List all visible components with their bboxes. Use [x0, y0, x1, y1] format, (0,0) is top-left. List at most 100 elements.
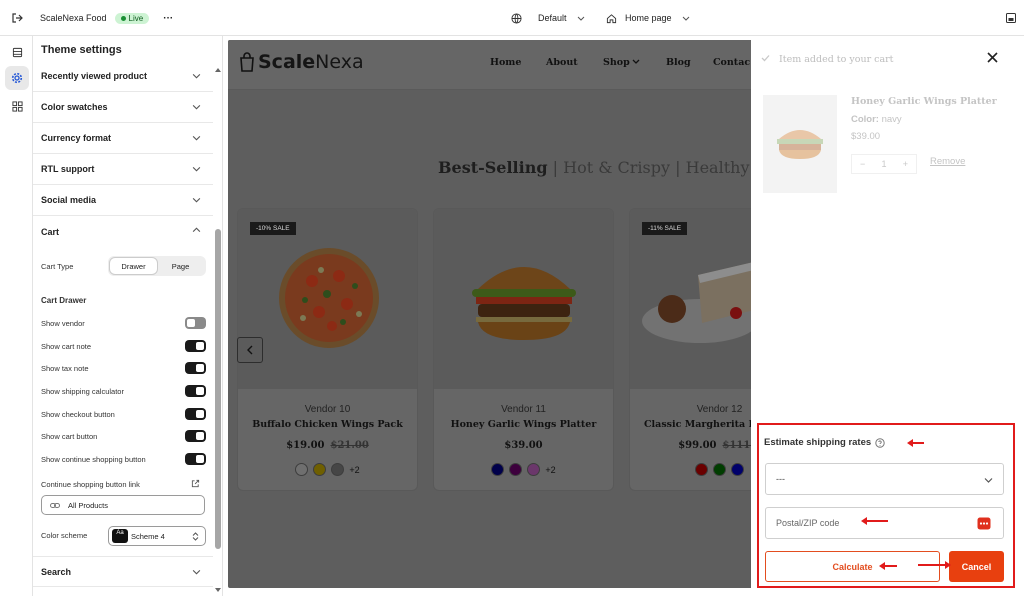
- section-currency-format[interactable]: Currency format: [33, 123, 213, 154]
- continue-link-picker[interactable]: All Products: [41, 495, 205, 515]
- nav-home[interactable]: Home: [490, 57, 521, 68]
- section-rtl-support[interactable]: RTL support: [33, 154, 213, 185]
- section-search[interactable]: Search: [33, 556, 213, 587]
- cart-drawer-heading: Cart Drawer: [41, 296, 87, 305]
- quantity-decrease-button[interactable]: −: [860, 159, 865, 169]
- postal-code-input[interactable]: Postal/ZIP code: [765, 507, 1004, 539]
- theme-settings-panel: Theme settings Recently viewed product C…: [33, 36, 223, 596]
- chevron-down-icon: [192, 104, 201, 110]
- page-select[interactable]: Home page: [606, 0, 690, 36]
- burger-thumbnail: [777, 130, 823, 159]
- section-cart[interactable]: Cart: [33, 216, 213, 247]
- product-vendor: Vendor 10: [304, 404, 351, 415]
- product-card[interactable]: Vendor 11 Honey Garlic Wings Platter $39…: [433, 208, 614, 491]
- autofill-icon[interactable]: [977, 517, 991, 530]
- color-scheme-select[interactable]: Aa Scheme 4: [108, 526, 206, 546]
- page-select-label: Home page: [625, 13, 672, 23]
- section-color-swatches[interactable]: Color swatches: [33, 92, 213, 123]
- theme-select[interactable]: Default: [511, 0, 585, 36]
- show-checkout-button-toggle[interactable]: [185, 408, 206, 420]
- nav-about[interactable]: About: [546, 57, 578, 68]
- sale-price: $39.00: [504, 440, 543, 451]
- cart-type-drawer[interactable]: Drawer: [110, 258, 157, 274]
- calculate-button[interactable]: Calculate: [765, 551, 940, 582]
- product-name[interactable]: Buffalo Chicken Wings Pack: [238, 419, 417, 430]
- country-select[interactable]: ---: [765, 463, 1004, 495]
- chevron-up-icon: [192, 227, 201, 233]
- product-image: -10% SALE: [238, 209, 417, 389]
- product-price: $19.00 $21.00: [238, 440, 417, 451]
- section-recently-viewed[interactable]: Recently viewed product: [33, 61, 213, 92]
- cart-drawer-title: Item added to your cart: [779, 54, 894, 65]
- color-swatch[interactable]: [491, 463, 505, 476]
- save-icon[interactable]: [1005, 0, 1017, 36]
- product-card[interactable]: -10% SALE Vendor 10 Buffalo Chicken Wing…: [237, 208, 418, 491]
- color-swatch[interactable]: [527, 463, 541, 476]
- quantity-increase-button[interactable]: +: [903, 159, 908, 169]
- show-tax-note-toggle[interactable]: [185, 362, 206, 374]
- product-name[interactable]: Honey Garlic Wings Platter: [434, 419, 613, 430]
- variant-label: Color:: [851, 114, 879, 125]
- country-select-value: ---: [776, 474, 785, 484]
- show-cart-note-toggle[interactable]: [185, 340, 206, 352]
- external-link-icon[interactable]: [191, 479, 200, 488]
- top-bar: ScaleNexa Food Live ··· Default Home pag…: [0, 0, 1024, 36]
- show-cart-button-toggle[interactable]: [185, 430, 206, 442]
- color-swatch[interactable]: [695, 463, 708, 476]
- store-name: ScaleNexa Food: [40, 13, 107, 23]
- compare-price: $21.00: [330, 440, 369, 451]
- help-circle-icon[interactable]: [875, 437, 885, 448]
- apps-icon[interactable]: [5, 94, 29, 118]
- sale-badge: -10% SALE: [250, 222, 296, 235]
- sections-icon[interactable]: [5, 40, 29, 64]
- section-label: Recently viewed product: [41, 71, 148, 81]
- cart-type-page[interactable]: Page: [157, 258, 204, 274]
- exit-icon[interactable]: [11, 0, 23, 36]
- status-text: Live: [128, 13, 144, 23]
- color-swatch[interactable]: [331, 463, 345, 476]
- scroll-down-arrow-icon[interactable]: [214, 587, 222, 593]
- close-icon: [987, 52, 998, 63]
- nav-shop[interactable]: Shop: [603, 57, 640, 68]
- color-swatch[interactable]: [313, 463, 327, 476]
- status-badge: Live: [114, 12, 150, 24]
- cart-item-name[interactable]: Honey Garlic Wings Platter: [851, 96, 997, 107]
- toggle-label: Show vendor: [41, 319, 85, 328]
- annotation-arrow: [861, 517, 888, 525]
- remove-item-link[interactable]: Remove: [930, 156, 965, 167]
- tab-hot-crispy[interactable]: Hot & Crispy: [563, 158, 670, 177]
- tab-divider: |: [552, 158, 564, 177]
- cancel-button[interactable]: Cancel: [949, 551, 1004, 582]
- quantity-stepper: − 1 +: [851, 154, 917, 174]
- more-options-icon[interactable]: ···: [163, 13, 173, 24]
- burger-image: [472, 267, 576, 340]
- nav-contact[interactable]: Contac: [713, 57, 750, 68]
- product-vendor: Vendor 11: [501, 404, 546, 415]
- color-swatch[interactable]: [713, 463, 726, 476]
- quantity-value[interactable]: 1: [881, 159, 886, 169]
- show-shipping-calculator-toggle[interactable]: [185, 385, 206, 397]
- scroll-up-arrow-icon[interactable]: [214, 67, 222, 73]
- theme-settings-gear-icon[interactable]: [5, 66, 29, 90]
- color-swatch[interactable]: [295, 463, 309, 476]
- close-drawer-button[interactable]: [987, 50, 998, 67]
- cart-drawer-header: Item added to your cart: [761, 54, 893, 65]
- panel-title: Theme settings: [41, 44, 122, 56]
- color-swatch[interactable]: [731, 463, 744, 476]
- store-header: ScaleNexa Home About Shop Blog Contac: [228, 40, 751, 90]
- continue-link-label: Continue shopping button link: [41, 480, 140, 489]
- show-vendor-toggle[interactable]: [185, 317, 206, 329]
- tab-healthy[interactable]: Healthy: [686, 158, 750, 177]
- sidebar-scrollbar[interactable]: [215, 229, 221, 549]
- store-name-area: ScaleNexa Food Live ···: [40, 0, 173, 36]
- store-logo[interactable]: ScaleNexa: [258, 51, 364, 73]
- section-social-media[interactable]: Social media: [33, 185, 213, 216]
- sale-badge: -11% SALE: [642, 222, 688, 235]
- product-image: [434, 209, 613, 389]
- color-swatch[interactable]: [509, 463, 523, 476]
- show-continue-shopping-toggle[interactable]: [185, 453, 206, 465]
- toggle-label: Show continue shopping button: [41, 455, 146, 464]
- nav-blog[interactable]: Blog: [666, 57, 691, 68]
- carousel-prev-button[interactable]: [237, 337, 263, 363]
- tab-best-selling[interactable]: Best-Selling: [438, 158, 548, 177]
